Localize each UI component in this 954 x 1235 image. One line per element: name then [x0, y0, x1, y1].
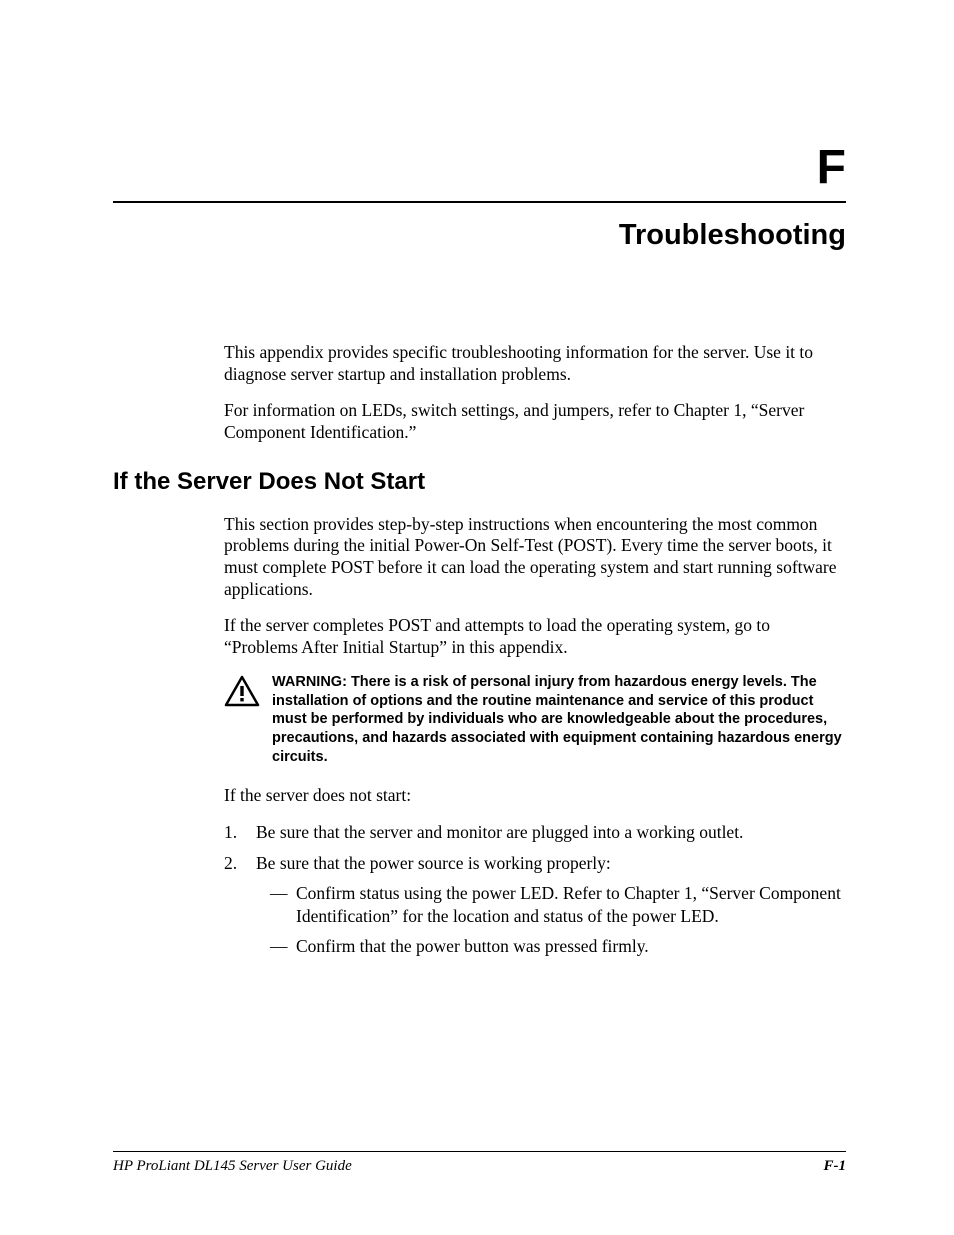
warning-text: WARNING: There is a risk of personal inj…	[272, 673, 846, 767]
document-page: F Troubleshooting This appendix provides…	[0, 0, 954, 1235]
footer-rule	[113, 1151, 846, 1152]
list-item-text: Confirm status using the power LED. Refe…	[296, 883, 841, 925]
warning-body: There is a risk of personal injury from …	[272, 674, 842, 765]
warning-block: WARNING: There is a risk of personal inj…	[224, 673, 846, 767]
section-paragraph-2: If the server completes POST and attempt…	[224, 615, 846, 659]
page-footer: HP ProLiant DL145 Server User Guide F-1	[113, 1151, 846, 1175]
list-item-text: Be sure that the server and monitor are …	[256, 822, 743, 842]
footer-right: F-1	[824, 1158, 847, 1175]
intro-paragraph-2: For information on LEDs, switch settings…	[224, 400, 846, 444]
section-paragraph-3: If the server does not start:	[224, 785, 846, 807]
warning-label: WARNING:	[272, 674, 351, 690]
header-rule	[113, 201, 846, 203]
ordered-list: Be sure that the server and monitor are …	[224, 821, 846, 958]
section-content: This section provides step-by-step instr…	[224, 514, 846, 958]
list-item-text: Confirm that the power button was presse…	[296, 936, 649, 956]
list-item: Confirm status using the power LED. Refe…	[256, 882, 846, 927]
warning-icon	[224, 675, 260, 713]
sub-list: Confirm status using the power LED. Refe…	[256, 882, 846, 957]
list-item-text: Be sure that the power source is working…	[256, 853, 611, 873]
intro-paragraph-1: This appendix provides specific troubles…	[224, 342, 846, 386]
body-content: This appendix provides specific troubles…	[224, 342, 846, 444]
list-item: Be sure that the power source is working…	[224, 852, 846, 958]
footer-left: HP ProLiant DL145 Server User Guide	[113, 1158, 352, 1175]
list-item: Confirm that the power button was presse…	[256, 935, 846, 957]
section-heading: If the Server Does Not Start	[113, 468, 846, 496]
chapter-title: Troubleshooting	[113, 219, 846, 252]
appendix-letter: F	[113, 140, 846, 195]
list-item: Be sure that the server and monitor are …	[224, 821, 846, 844]
footer-row: HP ProLiant DL145 Server User Guide F-1	[113, 1158, 846, 1175]
section-paragraph-1: This section provides step-by-step instr…	[224, 514, 846, 602]
